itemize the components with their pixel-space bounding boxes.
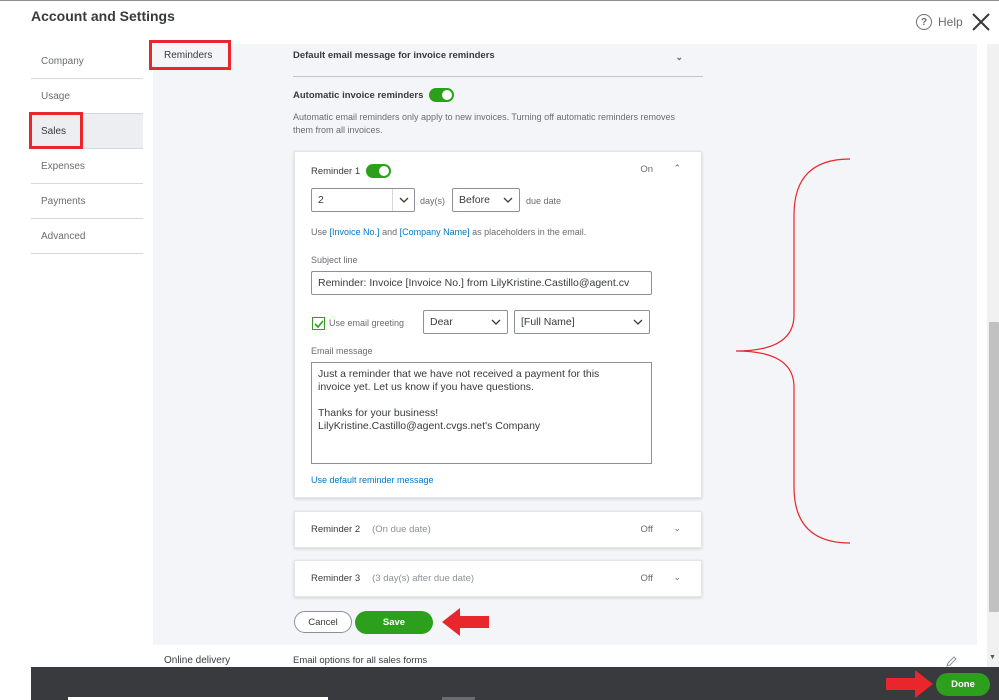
- default-email-header[interactable]: Default email message for invoice remind…: [293, 50, 703, 77]
- email-message-textarea[interactable]: Just a reminder that we have not receive…: [311, 362, 652, 464]
- sidebar-item-expenses[interactable]: Expenses: [31, 149, 143, 184]
- help-label: Help: [938, 15, 963, 29]
- company-name-placeholder-link[interactable]: [Company Name]: [400, 227, 470, 237]
- greeting-select[interactable]: Dear: [423, 310, 508, 334]
- subject-line-input[interactable]: Reminder: Invoice [Invoice No.] from Lil…: [311, 271, 652, 295]
- sidebar-item-advanced[interactable]: Advanced: [31, 219, 143, 254]
- placeholder-hint: Use [Invoice No.] and [Company Name] as …: [311, 227, 586, 237]
- chevron-up-icon[interactable]: ⌃: [673, 163, 681, 174]
- sidebar-item-usage[interactable]: Usage: [31, 79, 143, 114]
- reminder-3-title: Reminder 3: [311, 573, 361, 584]
- email-greeting-checkbox[interactable]: [312, 317, 325, 330]
- reminder-1-title: Reminder 1: [311, 165, 361, 177]
- automatic-reminders-row: Automatic invoice reminders: [293, 88, 455, 102]
- top-border: [0, 0, 999, 4]
- chevron-down-icon: [497, 189, 519, 211]
- name-value: [Full Name]: [521, 316, 575, 328]
- reminder-3-card[interactable]: Reminder 3 (3 day(s) after due date) Off…: [294, 560, 702, 597]
- settings-sidebar: Company Usage Sales Expenses Payments Ad…: [31, 44, 143, 254]
- chevron-down-icon[interactable]: ⌄: [673, 572, 681, 583]
- chevron-down-icon: ⌄: [675, 52, 683, 62]
- reminder-1-state: On: [640, 164, 653, 175]
- chevron-down-icon: [392, 189, 414, 211]
- days-value: 2: [318, 194, 324, 206]
- reminder-3-subtitle: (3 day(s) after due date): [372, 573, 475, 584]
- subject-line-value: Reminder: Invoice [Invoice No.] from Lil…: [318, 277, 630, 289]
- hint-suffix: as placeholders in the email.: [472, 227, 587, 237]
- reminder-2-title: Reminder 2: [311, 524, 361, 535]
- reminder-1-card: Reminder 1 On ⌃ 2 day(s) Before due date…: [294, 151, 702, 498]
- save-button[interactable]: Save: [355, 611, 433, 634]
- online-delivery-description: Email options for all sales forms: [293, 655, 428, 666]
- reminder-2-header: Reminder 2 (On due date): [311, 524, 431, 535]
- footer-bar: [31, 667, 999, 700]
- reminder-2-card[interactable]: Reminder 2 (On due date) Off ⌄: [294, 511, 702, 548]
- page-title: Account and Settings: [31, 8, 175, 24]
- scroll-down-arrow-icon[interactable]: ▼: [989, 654, 996, 661]
- default-reminder-message-link[interactable]: Use default reminder message: [311, 475, 434, 485]
- sidebar-item-company[interactable]: Company: [31, 44, 143, 79]
- chevron-down-icon[interactable]: ⌄: [673, 523, 681, 534]
- email-message-label: Email message: [311, 346, 373, 356]
- automatic-reminders-toggle[interactable]: [429, 88, 455, 102]
- curly-brace-annotation: [735, 158, 851, 544]
- email-greeting-label: Use email greeting: [329, 318, 405, 328]
- close-icon[interactable]: [970, 11, 992, 33]
- red-arrow-done-annotation: [886, 670, 933, 698]
- reminder-2-state: Off: [640, 524, 654, 535]
- invoice-no-placeholder-link[interactable]: [Invoice No.]: [330, 227, 380, 237]
- sales-highlight-box: [29, 112, 83, 149]
- done-button[interactable]: Done: [936, 673, 990, 696]
- reminder-1-header[interactable]: Reminder 1: [311, 164, 392, 178]
- timing-select[interactable]: Before: [452, 188, 520, 212]
- reminder-3-header: Reminder 3 (3 day(s) after due date): [311, 573, 474, 584]
- default-email-header-label: Default email message for invoice remind…: [293, 50, 495, 61]
- chevron-down-icon: [627, 311, 649, 333]
- chevron-down-icon: [485, 311, 507, 333]
- red-arrow-save-annotation: [442, 608, 489, 636]
- name-select[interactable]: [Full Name]: [514, 310, 650, 334]
- due-date-label: due date: [526, 196, 562, 206]
- timing-value: Before: [459, 194, 490, 206]
- sidebar-item-payments[interactable]: Payments: [31, 184, 143, 219]
- reminder-2-subtitle: (On due date): [372, 524, 431, 535]
- online-delivery-label: Online delivery: [164, 655, 231, 666]
- automatic-reminders-note: Automatic email reminders only apply to …: [293, 112, 676, 135]
- reminders-highlight-box: [149, 40, 231, 70]
- days-unit-label: day(s): [420, 196, 446, 206]
- reminder-3-state: Off: [640, 573, 654, 584]
- reminder-1-toggle[interactable]: [366, 164, 392, 178]
- cancel-button[interactable]: Cancel: [294, 611, 352, 633]
- scrollbar-thumb[interactable]: [989, 322, 999, 612]
- subject-line-label: Subject line: [311, 255, 358, 265]
- days-select[interactable]: 2: [311, 188, 415, 212]
- help-icon: ?: [916, 14, 932, 30]
- help-button[interactable]: ? Help: [916, 14, 963, 30]
- greeting-value: Dear: [430, 316, 453, 328]
- automatic-reminders-label: Automatic invoice reminders: [293, 89, 424, 101]
- hint-and: and: [382, 227, 398, 237]
- hint-use: Use: [311, 227, 328, 237]
